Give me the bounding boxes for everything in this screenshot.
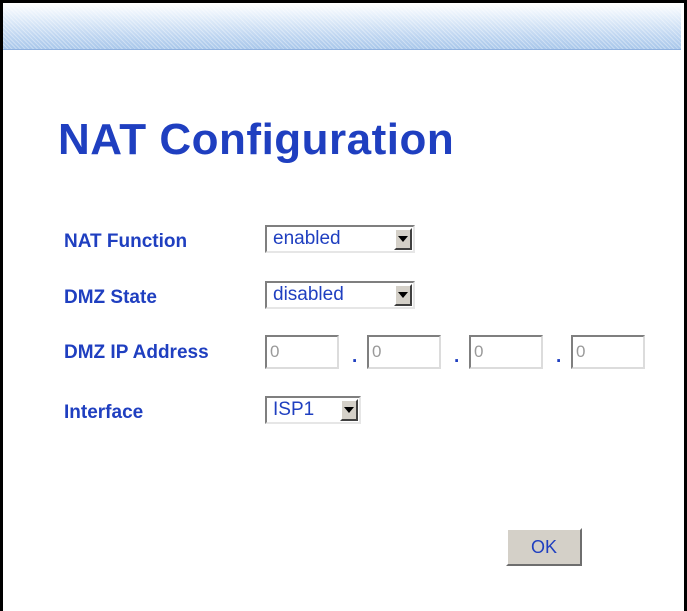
chevron-down-icon[interactable] — [394, 284, 412, 306]
page-title: NAT Configuration — [58, 115, 455, 164]
interface-label: Interface — [64, 402, 144, 423]
interface-select[interactable]: ISP1 — [265, 396, 361, 424]
dmz-state-label: DMZ State — [64, 287, 157, 308]
ok-button[interactable]: OK — [506, 528, 582, 566]
chevron-down-icon[interactable] — [394, 228, 412, 250]
dmz-ip-label: DMZ IP Address — [64, 342, 209, 363]
ip-separator: . — [352, 346, 358, 367]
dmz-state-select[interactable]: disabled — [265, 281, 415, 309]
interface-value: ISP1 — [273, 399, 315, 420]
dmz-state-value: disabled — [273, 284, 344, 305]
header-band — [3, 3, 681, 50]
dmz-ip-octet-2[interactable]: 0 — [367, 335, 441, 369]
dmz-ip-octet-1[interactable]: 0 — [265, 335, 339, 369]
ip-separator: . — [556, 346, 562, 367]
dmz-ip-octet-1-value: 0 — [270, 342, 280, 361]
chevron-down-icon[interactable] — [340, 399, 358, 421]
dmz-ip-octet-4-value: 0 — [576, 342, 586, 361]
nat-function-label: NAT Function — [64, 231, 188, 252]
ip-separator: . — [454, 346, 460, 367]
dmz-ip-octet-4[interactable]: 0 — [571, 335, 645, 369]
dmz-ip-octet-3[interactable]: 0 — [469, 335, 543, 369]
dmz-ip-octet-2-value: 0 — [372, 342, 382, 361]
dmz-ip-octet-3-value: 0 — [474, 342, 484, 361]
nat-function-select[interactable]: enabled — [265, 225, 415, 253]
nat-function-value: enabled — [273, 228, 341, 249]
